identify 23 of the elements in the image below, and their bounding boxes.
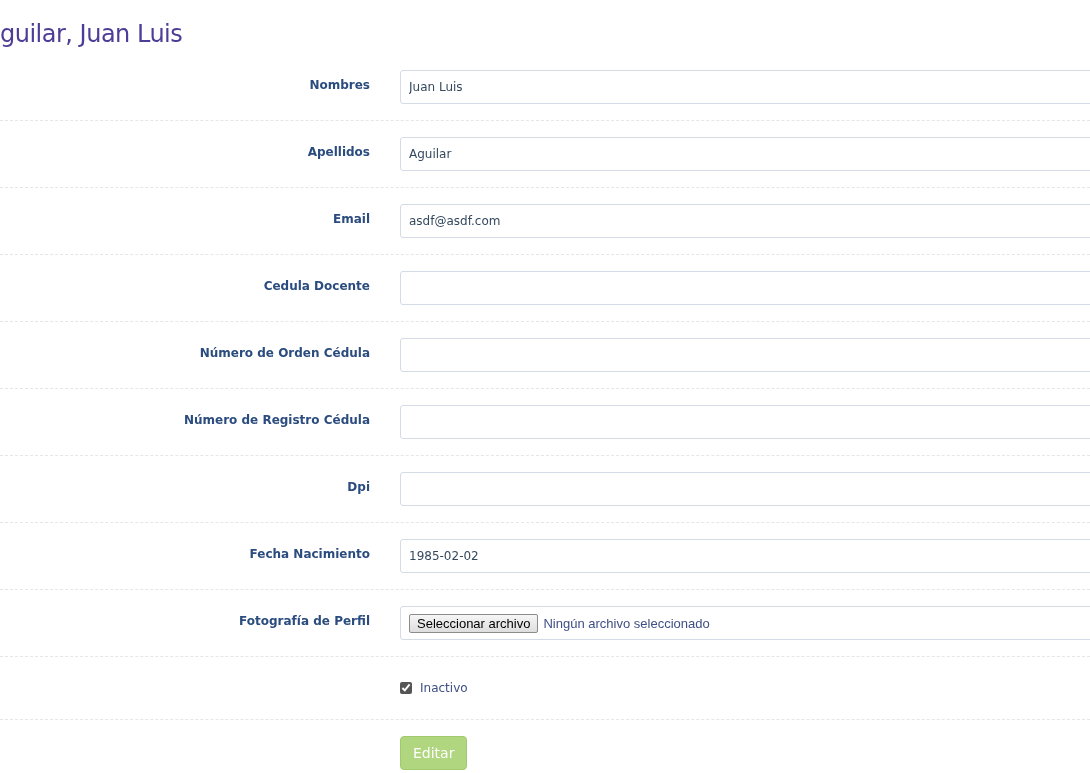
field-label: Apellidos (307, 144, 370, 159)
field-label: Dpi (347, 479, 370, 494)
checkbox[interactable] (400, 682, 412, 694)
field-label: Número de Registro Cédula (183, 412, 370, 427)
input-field[interactable]: Juan Luis (400, 70, 1090, 104)
field-label: Número de Orden Cédula (199, 345, 370, 360)
input-field[interactable] (400, 472, 1090, 506)
page-title: guilar, Juan Luis (0, 20, 183, 48)
field-label: Email (332, 211, 370, 226)
input-field[interactable]: Aguilar (400, 137, 1090, 171)
input-field[interactable] (400, 338, 1090, 372)
input-field[interactable]: 1985-02-02 (400, 539, 1090, 573)
input-field[interactable]: asdf@asdf.com (400, 204, 1090, 238)
field-label: Cedula Docente (263, 278, 370, 293)
input-field[interactable] (400, 271, 1090, 305)
field-label: Nombres (309, 77, 370, 92)
checkbox-label: Inactivo (420, 681, 468, 695)
file-input-field[interactable]: Seleccionar archivo Ningún archivo seleccionado (400, 606, 1090, 640)
file-status-text: Ningún archivo seleccionado (543, 615, 710, 631)
field-label: Fecha Nacimiento (249, 546, 370, 561)
input-field[interactable] (400, 405, 1090, 439)
field-label: Fotografía de Perfil (239, 613, 370, 628)
choose-file-button[interactable]: Seleccionar archivo (409, 613, 539, 633)
